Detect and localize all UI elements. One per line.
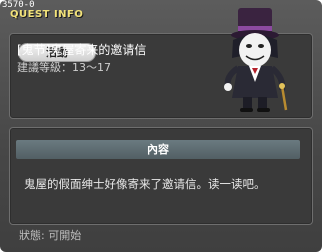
quest-name: [鬼节]鬼屋寄来的邀请信	[17, 43, 147, 57]
content-header: 內容	[16, 140, 300, 159]
quest-status: 狀態: 可開始	[19, 229, 82, 242]
masked-gentleman-npc-icon	[224, 8, 288, 112]
quest-content-panel: 內容 鬼屋的假面绅士好像寄来了邀请信。读一读吧。	[9, 127, 313, 225]
window-title[interactable]: QUEST INFO	[10, 9, 83, 20]
quest-description: 鬼屋的假面绅士好像寄来了邀请信。读一读吧。	[24, 177, 266, 191]
quest-recommended-level: 建議等級：13～17	[17, 61, 111, 74]
quest-info-window: 3570-0 QUEST INFO 活動 [鬼节]鬼屋寄来的邀请信 建議等級：1…	[0, 0, 322, 252]
